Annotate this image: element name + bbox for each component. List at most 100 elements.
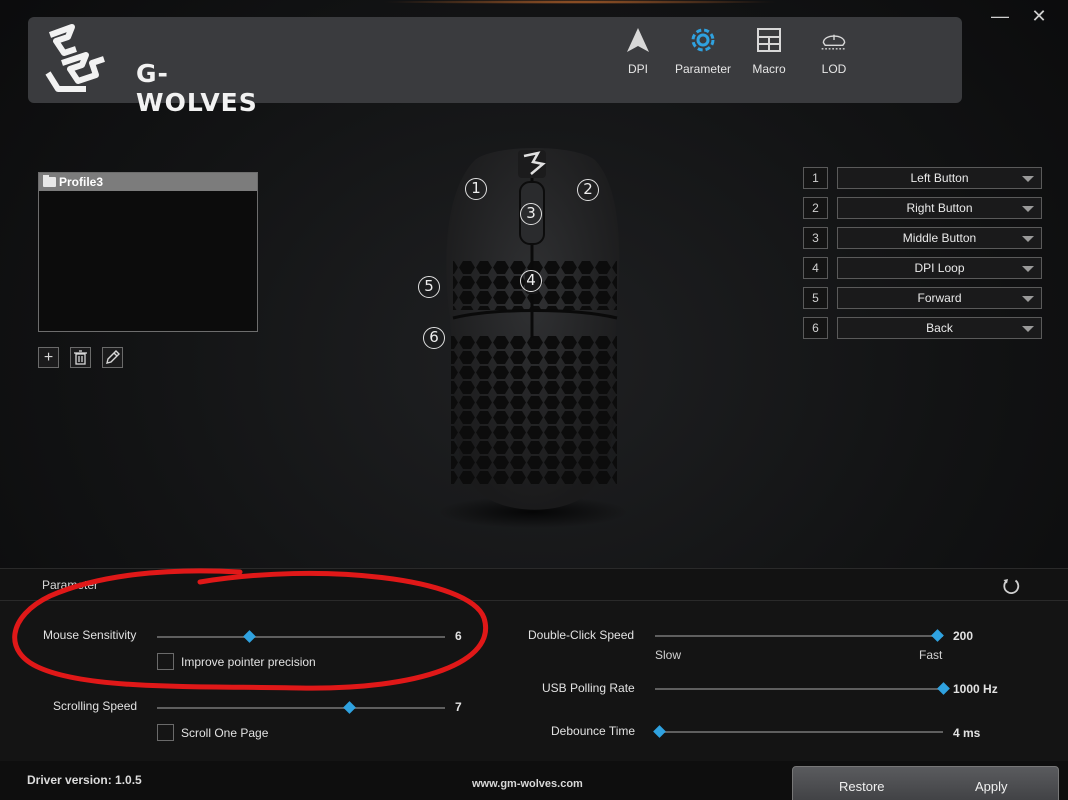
chevron-down-icon <box>1022 176 1034 182</box>
callout-2: 2 <box>577 179 599 201</box>
scrolling-speed-label: Scrolling Speed <box>53 699 138 713</box>
nav-macro[interactable]: Macro <box>738 25 800 85</box>
profile-item-label: Profile3 <box>59 175 104 189</box>
scroll-one-page-checkbox[interactable] <box>157 724 174 741</box>
button-map-value: DPI Loop <box>914 261 965 275</box>
button-map-row-5: 5 Forward <box>803 287 1043 309</box>
mouse-sensitivity-slider[interactable] <box>157 630 445 643</box>
button-map-number: 6 <box>803 317 828 339</box>
nav-parameter-label: Parameter <box>674 62 732 76</box>
slider-thumb[interactable] <box>652 725 666 738</box>
button-map-number: 3 <box>803 227 828 249</box>
profile-list: Profile3 <box>38 172 258 332</box>
brand-name: G-WOLVES <box>136 59 258 117</box>
header-bar: G-WOLVES DPI Parameter Macro LOD <box>28 17 962 117</box>
scroll-one-page-label: Scroll One Page <box>181 726 269 740</box>
parameter-panel: Mouse Sensitivity 6 Improve pointer prec… <box>0 601 1068 761</box>
slider-thumb[interactable] <box>343 701 357 714</box>
mouse-sensitivity-value: 6 <box>455 629 462 643</box>
reset-icon[interactable] <box>1001 576 1021 596</box>
double-click-value: 200 <box>953 629 974 643</box>
scrolling-speed-slider[interactable] <box>157 701 445 714</box>
nav-macro-label: Macro <box>752 62 786 76</box>
callout-4: 4 <box>520 270 542 292</box>
button-map-number: 2 <box>803 197 828 219</box>
add-profile-button[interactable]: + <box>38 347 59 368</box>
nav-lod[interactable]: LOD <box>803 25 865 85</box>
pointer-precision-checkbox[interactable] <box>157 653 174 670</box>
minimize-button[interactable]: — <box>990 6 1010 26</box>
plus-icon: + <box>43 349 54 366</box>
chevron-down-icon <box>1022 266 1034 272</box>
polling-rate-slider[interactable] <box>655 682 950 695</box>
gear-icon <box>691 28 715 52</box>
button-map-select-2[interactable]: Right Button <box>837 197 1042 219</box>
button-map-select-5[interactable]: Forward <box>837 287 1042 309</box>
chevron-down-icon <box>1022 236 1034 242</box>
button-map-select-3[interactable]: Middle Button <box>837 227 1042 249</box>
callout-6: 6 <box>423 327 445 349</box>
button-map-value: Right Button <box>906 201 973 215</box>
edit-profile-button[interactable] <box>102 347 123 368</box>
double-click-slow-label: Slow <box>655 648 682 662</box>
action-button-bar: Restore Apply <box>792 766 1059 800</box>
button-map-value: Back <box>926 321 953 335</box>
nav-parameter[interactable]: Parameter <box>672 25 734 85</box>
restore-button[interactable]: Restore <box>839 779 885 794</box>
button-map-value: Forward <box>917 291 962 305</box>
button-map-number: 5 <box>803 287 828 309</box>
footer-bar: Driver version: 1.0.5 www.gm-wolves.com … <box>0 761 1068 800</box>
polling-rate-label: USB Polling Rate <box>542 681 635 695</box>
callout-5: 5 <box>418 276 440 298</box>
close-button[interactable]: ✕ <box>1029 6 1049 26</box>
slider-thumb[interactable] <box>242 630 256 643</box>
polling-rate-value: 1000 Hz <box>953 682 998 696</box>
button-map-select-4[interactable]: DPI Loop <box>837 257 1042 279</box>
chevron-down-icon <box>1022 296 1034 302</box>
parameter-title: Parameter <box>42 578 99 592</box>
nav-dpi-label: DPI <box>627 62 648 76</box>
button-map-row-1: 1 Left Button <box>803 167 1043 189</box>
button-map-number: 4 <box>803 257 828 279</box>
double-click-fast-label: Fast <box>919 648 943 662</box>
delete-profile-button[interactable] <box>70 347 91 368</box>
chevron-down-icon <box>1022 326 1034 332</box>
double-click-slider[interactable] <box>655 629 944 642</box>
macro-grid-icon <box>757 28 781 52</box>
slider-thumb[interactable] <box>936 682 950 695</box>
debounce-value: 4 ms <box>953 726 981 740</box>
button-map-select-1[interactable]: Left Button <box>837 167 1042 189</box>
callout-3: 3 <box>520 203 542 225</box>
button-map-number: 1 <box>803 167 828 189</box>
folder-icon <box>43 175 56 187</box>
button-map-row-3: 3 Middle Button <box>803 227 1043 249</box>
app-window: — ✕ G-WOLVES DPI Parameter Macro LOD Pro… <box>0 0 1068 800</box>
double-click-label: Double-Click Speed <box>528 628 635 642</box>
nav-lod-label: LOD <box>821 62 847 76</box>
debounce-slider[interactable] <box>652 725 943 738</box>
slider-thumb[interactable] <box>930 629 944 642</box>
debounce-label: Debounce Time <box>551 724 636 738</box>
apply-button[interactable]: Apply <box>975 779 1008 794</box>
mouse-sensitivity-label: Mouse Sensitivity <box>43 628 137 642</box>
scrolling-speed-value: 7 <box>455 700 462 714</box>
button-map-row-2: 2 Right Button <box>803 197 1043 219</box>
pencil-icon <box>106 350 120 364</box>
driver-version: Driver version: 1.0.5 <box>27 773 142 787</box>
pointer-precision-label: Improve pointer precision <box>181 655 316 669</box>
dpi-arrow-icon <box>627 28 649 52</box>
callout-1: 1 <box>465 178 487 200</box>
website-link[interactable]: www.gm-wolves.com <box>472 778 583 790</box>
button-map-row-4: 4 DPI Loop <box>803 257 1043 279</box>
parameter-header: Parameter <box>0 568 1068 601</box>
nav-dpi[interactable]: DPI <box>607 25 669 85</box>
button-map-value: Left Button <box>910 171 969 185</box>
profile-item[interactable]: Profile3 <box>39 173 257 191</box>
trash-icon <box>74 350 87 365</box>
button-map-select-6[interactable]: Back <box>837 317 1042 339</box>
brand-logo: G-WOLVES <box>42 23 282 117</box>
wolf-logo-icon <box>45 24 105 92</box>
lod-mouse-icon <box>821 34 847 50</box>
mouse-image <box>438 148 628 528</box>
button-map-value: Middle Button <box>902 231 977 245</box>
